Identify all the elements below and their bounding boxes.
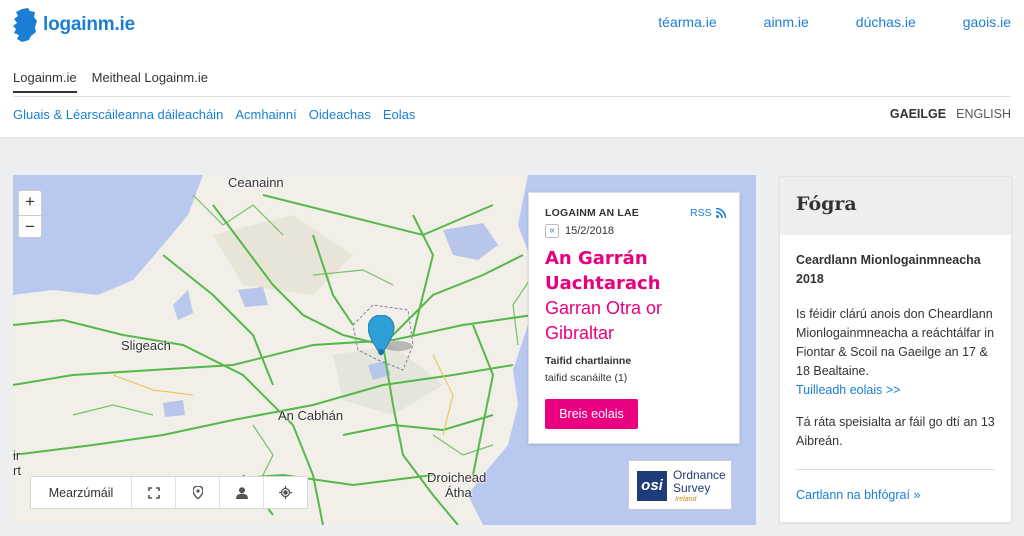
site-header: logainm.ie téarma.ie ainm.ie dúchas.ie g… [0,0,1024,50]
locate-button[interactable] [263,477,307,508]
zoom-out-button[interactable]: − [19,215,41,239]
nav-eolas[interactable]: Eolas [383,107,416,122]
notice-divider [796,469,995,470]
rss-label: RSS [690,207,712,219]
link-tearma[interactable]: téarma.ie [658,14,716,30]
nav-oideachas[interactable]: Oideachas [309,107,371,122]
zoom-in-button[interactable]: + [19,191,41,215]
rss-link[interactable]: RSS [690,207,726,219]
place-date: 15/2/2018 [565,225,614,237]
place-droichead: Droichead [427,470,487,485]
tabs-divider [13,96,1011,97]
nav-acmhainni[interactable]: Acmhainní [235,107,296,122]
notice-archive-link[interactable]: Cartlann na bhfógraí » [796,488,920,502]
place-ceanainn: Ceanainn [228,175,284,190]
scanned-records: taifid scanáilte (1) [545,372,628,384]
notice-heading: Fógra [780,177,1011,235]
locate-icon [279,486,292,499]
language-switcher: GAEILGE ENGLISH [880,107,1011,121]
notice-text: Is féidir clárú anois don Cheardlann Mio… [796,307,995,378]
more-info-link[interactable]: Tuilleadh eolais >> [796,381,995,400]
place-sligeach: Sligeach [121,338,171,353]
lang-english[interactable]: ENGLISH [956,107,1011,121]
nav-gluais[interactable]: Gluais & Léarscáileanna dáileacháin [13,107,223,122]
ordnance-survey-attribution[interactable]: osi Ordnance Survey Ireland [628,460,732,510]
more-info-button[interactable]: Breis eolais [545,399,638,429]
link-ainm[interactable]: ainm.ie [764,14,809,30]
quick-zoom-button[interactable]: Mearzúmáil [31,477,131,508]
person-icon [235,486,248,499]
zoom-control: + − [18,190,42,238]
brand-link[interactable]: logainm.ie [13,8,135,42]
notice-body: Ceardlann Mionlogainmneacha 2018 Is féid… [780,235,1011,451]
sub-navigation: Gluais & Léarscáileanna dáileacháin Acmh… [13,107,427,122]
map-toolbar: Mearzúmáil [30,476,308,509]
previous-day-button[interactable]: « [545,224,559,238]
brand-name: logainm.ie [43,14,135,35]
place-name-irish[interactable]: An Garrán Uachtarach [545,246,735,296]
notice-title: Ceardlann Mionlogainmneacha 2018 [796,253,981,286]
osi-name-line2: Survey [673,481,711,495]
tab-logainm[interactable]: Logainm.ie [13,70,77,93]
rss-icon [715,208,726,218]
osi-subtitle: Ireland [675,496,697,503]
place-edge-label-1: ir [13,448,21,463]
external-links: téarma.ie ainm.ie dúchas.ie gaois.ie [611,14,1011,30]
place-edge-label-2: rt [13,463,21,478]
archive-records-label: Taifid chartlainne [545,355,632,367]
osi-name: Ordnance Survey [673,469,726,495]
osi-logo-icon: osi [637,471,667,501]
place-an-cabhan: An Cabhán [278,408,344,423]
fullscreen-icon [147,486,160,499]
lang-gaeilge[interactable]: GAEILGE [890,107,946,121]
tab-meitheal[interactable]: Meitheal Logainm.ie [92,70,208,93]
link-gaois[interactable]: gaois.ie [963,14,1011,30]
site-tabs: Logainm.ie Meitheal Logainm.ie [13,70,223,93]
pin-button[interactable] [175,477,219,508]
place-of-day-card: LOGAINM AN LAE RSS « 15/2/2018 An Garrán… [528,192,740,444]
place-name-english: Garran Otra or Gibraltar [545,298,663,343]
ireland-logo-icon [13,8,37,42]
place-atha: Átha [445,485,472,500]
fullscreen-button[interactable] [131,477,175,508]
notice-text-2: Tá ráta speisialta ar fáil go dtí an 13 … [796,415,995,448]
link-duchas[interactable]: dúchas.ie [856,14,916,30]
person-button[interactable] [219,477,263,508]
date-row: « 15/2/2018 [545,224,614,238]
notice-panel: Fógra Ceardlann Mionlogainmneacha 2018 I… [779,176,1012,523]
location-marker-icon[interactable] [368,315,418,357]
place-of-day-heading: LOGAINM AN LAE [545,207,639,219]
pin-icon [192,486,203,499]
